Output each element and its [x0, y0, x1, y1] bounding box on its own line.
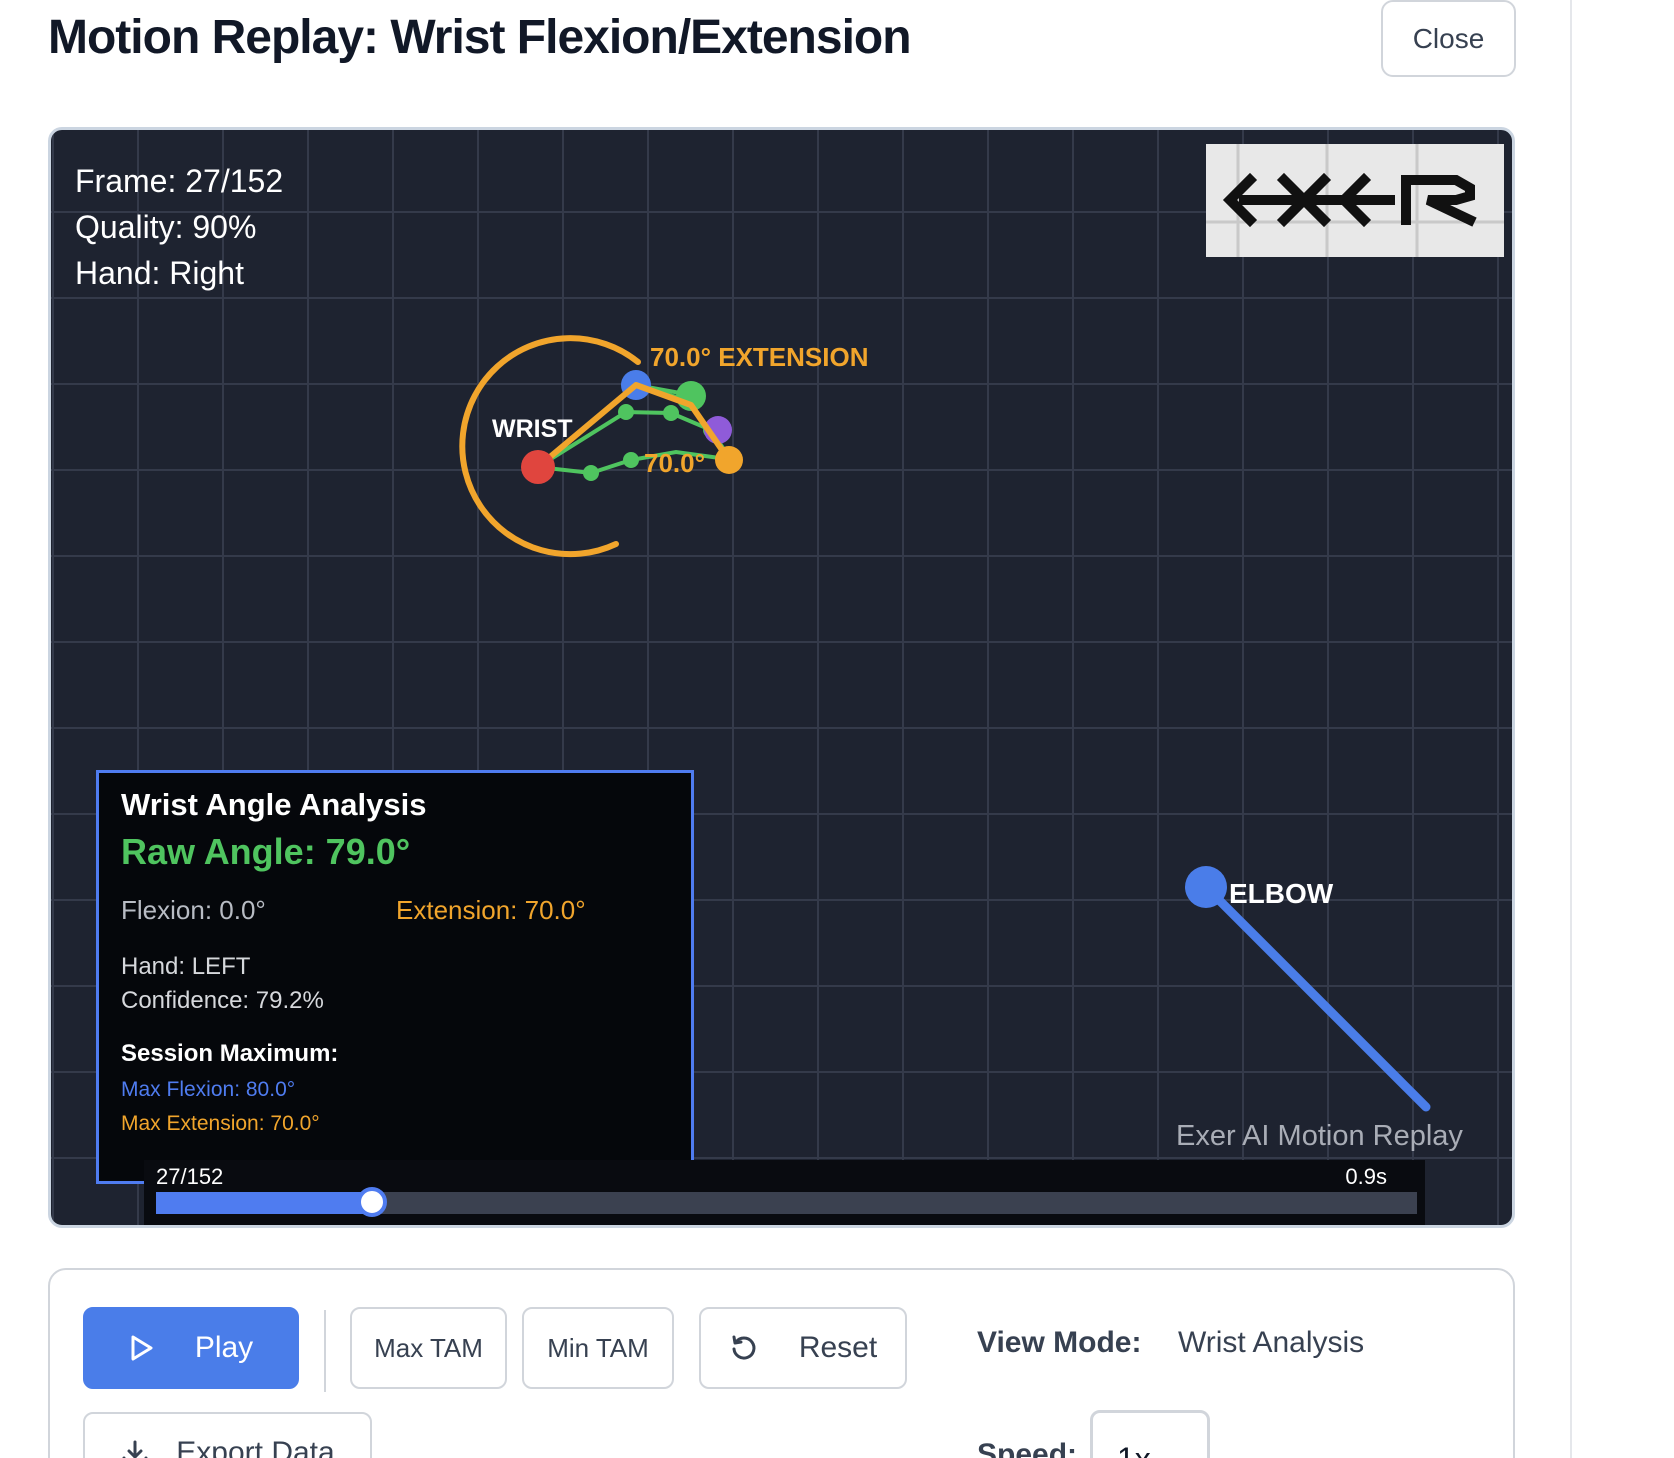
elbow-label: ELBOW	[1229, 878, 1334, 909]
play-button[interactable]: Play	[83, 1307, 299, 1389]
elbow-point	[1185, 866, 1227, 908]
scrubber-time: 0.9s	[1345, 1164, 1387, 1189]
export-data-button[interactable]: Export Data	[83, 1412, 372, 1458]
download-icon	[122, 1440, 148, 1458]
hand-side: Hand: LEFT	[121, 953, 251, 980]
exer-logo-icon	[1206, 144, 1504, 257]
angle-label: 70.0°	[644, 448, 705, 478]
timeline-scrubber: 27/152 0.9s	[144, 1160, 1425, 1225]
max-tam-button[interactable]: Max TAM	[350, 1307, 507, 1389]
angle-arc	[459, 335, 641, 558]
playback-controls: Play Max TAM Min TAM Reset View Mode: Wr…	[48, 1268, 1515, 1458]
reset-icon	[732, 1335, 756, 1360]
wrist-analysis-panel: Wrist Angle Analysis Raw Angle: 79.0° Fl…	[96, 770, 694, 1184]
page-divider	[1570, 0, 1572, 1458]
view-mode-label: View Mode:	[977, 1326, 1142, 1359]
session-maximum-title: Session Maximum:	[121, 1040, 339, 1067]
play-icon	[131, 1335, 153, 1361]
raw-angle: Raw Angle: 79.0°	[121, 831, 411, 872]
extension-label: 70.0° EXTENSION	[650, 342, 868, 372]
reset-button[interactable]: Reset	[699, 1307, 907, 1389]
controls-divider	[324, 1310, 326, 1392]
extension-value: Extension: 70.0°	[396, 895, 586, 925]
panel-title: Wrist Angle Analysis	[121, 787, 427, 822]
flexion-value: Flexion: 0.0°	[121, 895, 266, 925]
frame-info: Frame: 27/152 Quality: 90% Hand: Right	[75, 158, 283, 296]
forearm-line	[1201, 882, 1431, 1112]
export-label: Export Data	[176, 1436, 335, 1458]
timeline-progress	[156, 1192, 372, 1214]
max-extension: Max Extension: 70.0°	[121, 1112, 320, 1135]
reset-label: Reset	[798, 1331, 878, 1364]
confidence-value: Confidence: 79.2%	[121, 987, 324, 1014]
quality-readout: Quality: 90%	[75, 209, 257, 245]
exer-logo	[1206, 144, 1504, 257]
wrist-point	[521, 450, 555, 484]
angle-row: Flexion: 0.0° Extension: 70.0°	[121, 895, 669, 926]
motion-replay-canvas[interactable]: WRIST 70.0° EXTENSION 70.0° Frame: 27/15…	[48, 127, 1515, 1228]
max-flexion: Max Flexion: 80.0°	[121, 1078, 296, 1101]
page-title: Motion Replay: Wrist Flexion/Extension	[48, 11, 912, 64]
watermark: Exer AI Motion Replay	[1176, 1120, 1463, 1152]
close-button[interactable]: Close	[1381, 0, 1516, 77]
scrubber-frame: 27/152	[156, 1164, 224, 1189]
frame-counter: Frame: 27/152	[75, 163, 284, 199]
timeline-handle[interactable]	[356, 1187, 387, 1217]
speed-select[interactable]: 1x	[1090, 1410, 1210, 1458]
min-tam-button[interactable]: Min TAM	[522, 1307, 674, 1389]
play-label: Play	[194, 1331, 254, 1364]
wrist-label: WRIST	[492, 415, 573, 443]
hand-readout: Hand: Right	[75, 255, 244, 291]
timeline-track[interactable]	[156, 1187, 1417, 1217]
speed-label: Speed:	[977, 1438, 1078, 1458]
view-mode-value[interactable]: Wrist Analysis	[1178, 1326, 1364, 1360]
